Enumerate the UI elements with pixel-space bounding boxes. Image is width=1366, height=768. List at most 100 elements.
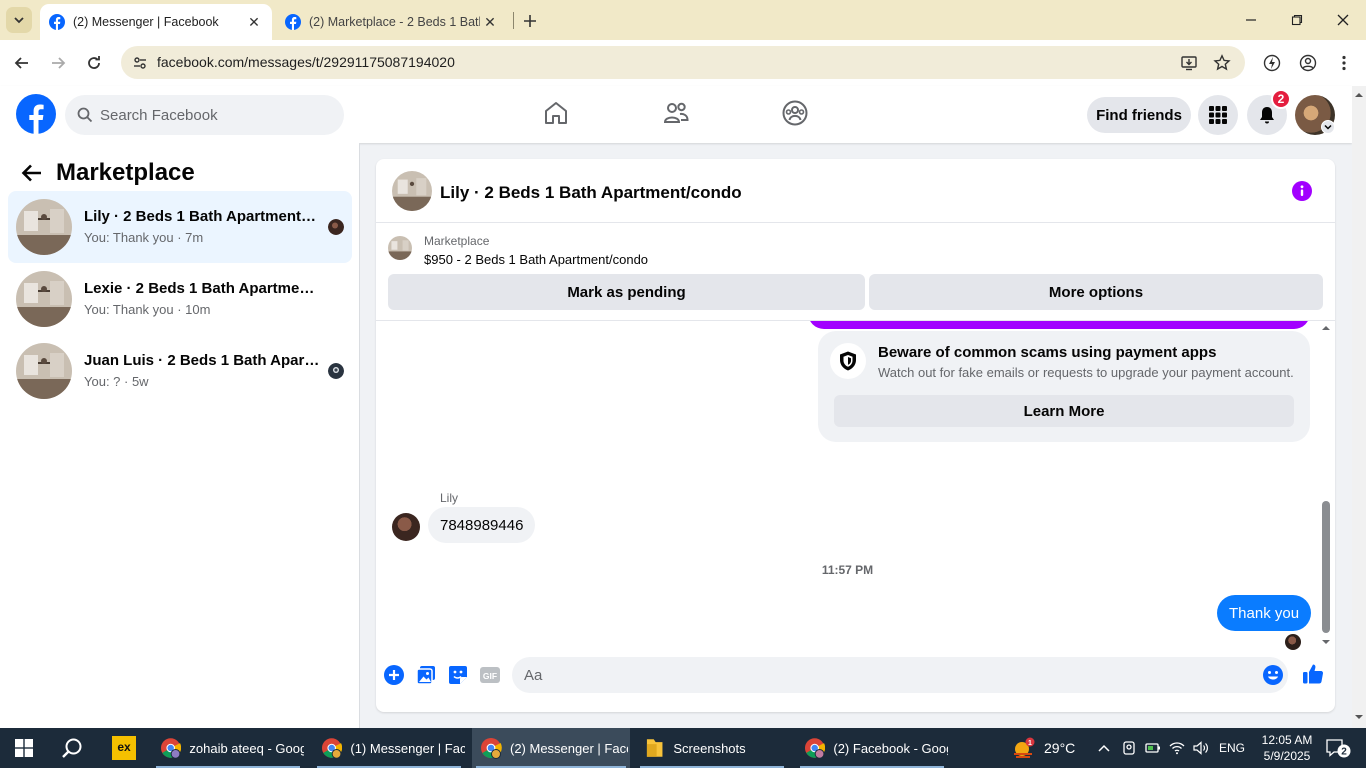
clock-date: 5/9/2025: [1263, 749, 1311, 763]
weather-widget[interactable]: 1: [1010, 728, 1038, 768]
scroll-up-icon[interactable]: [1318, 323, 1334, 333]
more-options-button[interactable]: More options: [869, 274, 1323, 310]
account-circle-icon: [1299, 54, 1317, 72]
facebook-search[interactable]: [65, 95, 344, 135]
chrome-icon: [481, 738, 502, 759]
tray-camera[interactable]: [1118, 728, 1140, 768]
scam-warning-title: Beware of common scams using payment app…: [878, 344, 1217, 361]
conversation-item[interactable]: Lexie · 2 Beds 1 Bath Apartment/condo Yo…: [8, 263, 352, 335]
system-clock[interactable]: 12:05 AM 5/9/2025: [1257, 732, 1317, 764]
sidebar-title: Marketplace: [56, 159, 195, 186]
tab-close-icon[interactable]: ✕: [244, 12, 264, 32]
ex-app-icon: ex: [112, 736, 136, 760]
listing-title[interactable]: $950 - 2 Beds 1 Bath Apartment/condo: [424, 252, 648, 267]
friends-icon[interactable]: [662, 99, 690, 127]
tab-search-button[interactable]: [6, 7, 32, 33]
sticker-icon[interactable]: [447, 664, 469, 686]
scroll-down-icon[interactable]: [1318, 637, 1334, 647]
taskbar-app-excel-addin[interactable]: ex: [104, 728, 144, 768]
marketplace-listing-bar: Marketplace $950 - 2 Beds 1 Bath Apartme…: [376, 223, 1335, 321]
search-icon: [77, 107, 93, 123]
outgoing-message[interactable]: Thank you: [1217, 595, 1312, 631]
forward-button[interactable]: [44, 49, 72, 77]
search-icon: [62, 738, 82, 758]
input-language[interactable]: ENG: [1219, 741, 1245, 755]
search-input[interactable]: [100, 95, 330, 135]
home-icon[interactable]: [542, 99, 570, 127]
taskbar-app-chrome-2[interactable]: (1) Messenger | Facebook: [313, 728, 465, 768]
restore-button[interactable]: [1274, 0, 1320, 40]
thumbs-up-icon[interactable]: [1301, 662, 1325, 686]
conversation-item[interactable]: Juan Luis · 2 Beds 1 Bath Apartment/cond…: [8, 335, 352, 407]
new-tab-button[interactable]: [518, 9, 542, 33]
minimize-icon: [1246, 19, 1256, 21]
extensions-button[interactable]: [1258, 49, 1286, 77]
groups-icon[interactable]: [781, 99, 809, 127]
install-app-icon[interactable]: [1178, 52, 1200, 74]
bookmark-star-icon[interactable]: [1211, 52, 1233, 74]
minimize-button[interactable]: [1228, 0, 1274, 40]
account-chevron[interactable]: [1321, 120, 1335, 134]
taskbar-app-explorer[interactable]: Screenshots: [636, 728, 788, 768]
notification-center-button[interactable]: 2: [1318, 728, 1358, 768]
scroll-down-icon[interactable]: [1352, 712, 1366, 722]
chrome-icon: [160, 738, 182, 759]
site-settings-icon[interactable]: [129, 52, 151, 74]
scrollbar-thumb[interactable]: [1322, 501, 1330, 633]
menu-button[interactable]: [1198, 95, 1238, 135]
message-scrollbar[interactable]: [1318, 321, 1334, 652]
page-scrollbar[interactable]: [1352, 86, 1366, 728]
tray-volume[interactable]: [1190, 728, 1212, 768]
chat-header: Lily · 2 Beds 1 Bath Apartment/condo: [376, 159, 1335, 223]
tray-battery[interactable]: [1142, 728, 1164, 768]
tab-marketplace[interactable]: (2) Marketplace - 2 Beds 1 Bath ✕: [276, 4, 508, 40]
reload-button[interactable]: [80, 49, 108, 77]
sender-avatar[interactable]: [392, 513, 420, 541]
emoji-icon[interactable]: [1262, 664, 1284, 686]
facebook-logo-icon[interactable]: [16, 94, 56, 134]
back-button[interactable]: [8, 49, 36, 77]
scroll-up-icon[interactable]: [1352, 90, 1366, 100]
svg-text:GIF: GIF: [483, 671, 497, 681]
mark-pending-button[interactable]: Mark as pending: [388, 274, 865, 310]
taskbar-app-chrome-1[interactable]: zohaib ateeq - Google Chrome: [152, 728, 304, 768]
tab-messenger[interactable]: (2) Messenger | Facebook ✕: [40, 4, 272, 40]
sender-name: Lily: [440, 491, 459, 505]
conversation-item[interactable]: Lily · 2 Beds 1 Bath Apartment/condo You…: [8, 191, 352, 263]
taskbar-app-label: (2) Facebook - Google Chrome: [833, 740, 948, 756]
incoming-message[interactable]: 7848989446: [428, 507, 536, 543]
message-input[interactable]: [512, 657, 1288, 693]
taskbar-app-chrome-4[interactable]: (2) Facebook - Google Chrome: [796, 728, 948, 768]
bell-icon: [1260, 107, 1274, 124]
wifi-icon: [1169, 742, 1185, 755]
info-icon[interactable]: [1292, 181, 1312, 201]
gif-icon[interactable]: GIF: [479, 664, 501, 686]
photo-icon[interactable]: [415, 664, 437, 686]
arrow-left-icon[interactable]: [20, 161, 44, 185]
chrome-menu-button[interactable]: [1330, 49, 1358, 77]
address-bar[interactable]: facebook.com/messages/t/2929117508719402…: [121, 46, 1245, 79]
listing-thumbnail: [16, 343, 72, 399]
tray-wifi[interactable]: [1166, 728, 1188, 768]
listing-avatar[interactable]: [392, 171, 432, 211]
message-list: Beware of common scams using payment app…: [376, 321, 1335, 652]
svg-text:1: 1: [1028, 740, 1032, 747]
taskbar-search-button[interactable]: [52, 728, 92, 768]
plus-circle-icon[interactable]: [383, 664, 405, 686]
learn-more-button[interactable]: Learn More: [834, 395, 1294, 427]
weather-icon: 1: [1014, 737, 1035, 758]
svg-text:2: 2: [1341, 747, 1347, 758]
find-friends-button[interactable]: Find friends: [1087, 97, 1191, 133]
tab-title: (2) Marketplace - 2 Beds 1 Bath: [309, 15, 480, 29]
start-button[interactable]: [4, 728, 44, 768]
chrome-icon: [804, 738, 826, 759]
chat-title[interactable]: Lily · 2 Beds 1 Bath Apartment/condo: [440, 183, 742, 203]
seen-avatar: [328, 219, 344, 235]
tray-overflow-button[interactable]: [1094, 728, 1114, 768]
tab-close-icon[interactable]: ✕: [480, 12, 500, 32]
taskbar-app-chrome-3[interactable]: (2) Messenger | Facebook: [472, 728, 630, 768]
conversation-snippet: You: ? · 5w: [84, 374, 149, 389]
profile-button[interactable]: [1294, 49, 1322, 77]
close-window-button[interactable]: [1320, 0, 1366, 40]
shield-icon: [830, 343, 866, 379]
